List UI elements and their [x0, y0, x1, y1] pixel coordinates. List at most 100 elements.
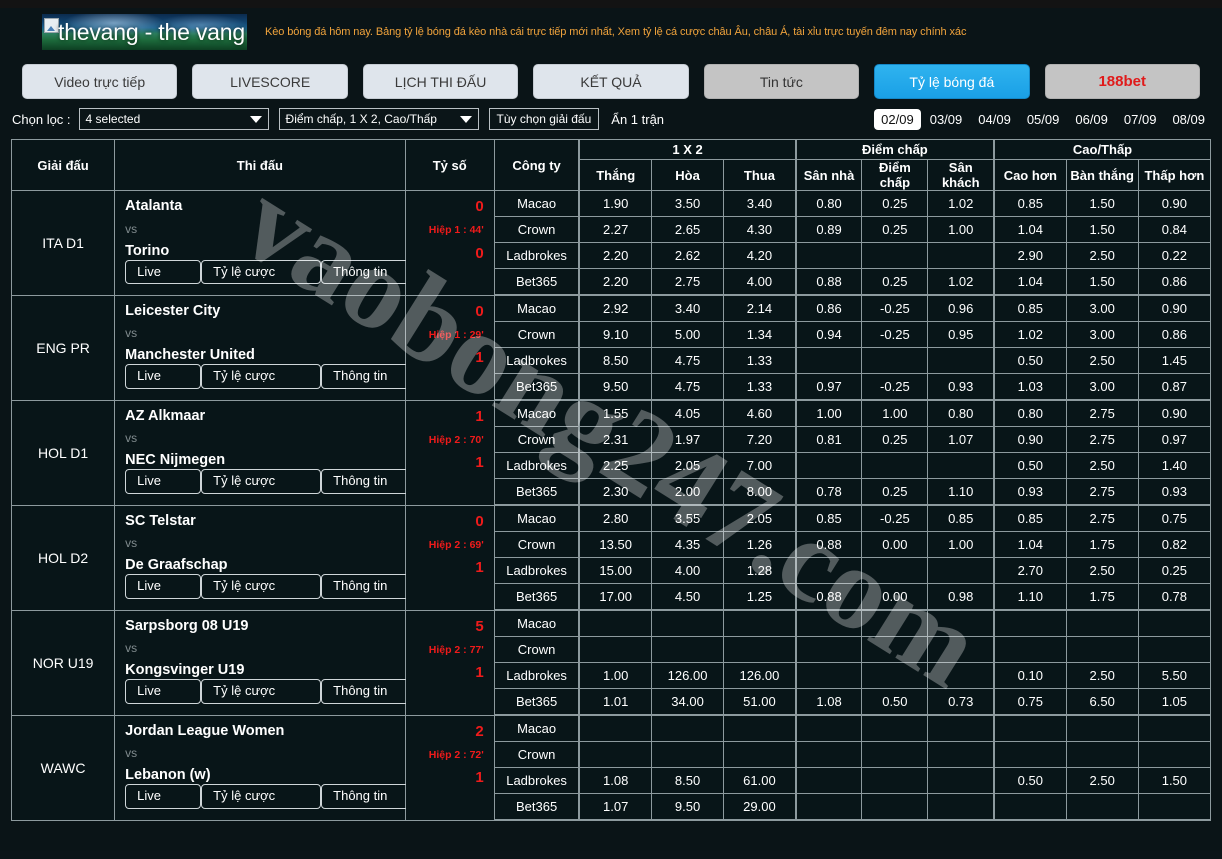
cell-lose[interactable] [723, 609, 797, 637]
live-button[interactable]: Live [125, 259, 202, 284]
cell-over[interactable]: 1.03 [993, 373, 1067, 401]
cell-draw[interactable]: 4.75 [650, 373, 725, 401]
date-tab-0609[interactable]: 06/09 [1068, 109, 1115, 130]
cell-over[interactable] [993, 609, 1067, 637]
cell-under[interactable]: 0.87 [1137, 373, 1212, 401]
odds-button[interactable]: Tỷ lệ cược [201, 364, 322, 389]
market-select[interactable]: Điểm chấp, 1 X 2, Cao/Thấp [278, 108, 479, 130]
cell-goals[interactable] [1065, 714, 1139, 742]
date-tab-0709[interactable]: 07/09 [1117, 109, 1164, 130]
cell-goals[interactable]: 2.75 [1065, 426, 1139, 453]
cell-over[interactable]: 1.04 [993, 268, 1067, 296]
cell-home[interactable] [794, 793, 863, 821]
live-button[interactable]: Live [125, 364, 202, 389]
cell-goals[interactable]: 1.75 [1065, 531, 1139, 558]
cell-over[interactable]: 0.90 [993, 426, 1067, 453]
cell-win[interactable] [578, 714, 653, 742]
cell-handicap[interactable]: -0.25 [861, 294, 929, 322]
cell-away[interactable]: 0.73 [927, 688, 995, 716]
cell-away[interactable]: 0.95 [927, 321, 995, 348]
cell-home[interactable]: 0.80 [794, 190, 863, 217]
cell-home[interactable]: 0.86 [794, 294, 863, 322]
cell-handicap[interactable] [861, 452, 929, 479]
cell-lose[interactable]: 126.00 [723, 662, 797, 689]
odds-button[interactable]: Tỷ lệ cược [201, 679, 322, 704]
cell-draw[interactable]: 8.50 [650, 767, 725, 794]
cell-away[interactable] [927, 793, 995, 821]
cell-home[interactable]: 1.00 [794, 399, 863, 427]
cell-under[interactable]: 0.97 [1137, 426, 1212, 453]
cell-handicap[interactable] [861, 636, 929, 663]
cell-goals[interactable]: 1.50 [1065, 190, 1139, 217]
cell-lose[interactable]: 1.33 [723, 347, 797, 374]
nav-item-livescore[interactable]: LIVESCORE [192, 64, 348, 99]
cell-over[interactable]: 1.10 [993, 583, 1067, 611]
cell-draw[interactable]: 4.35 [650, 531, 725, 558]
cell-handicap[interactable]: 0.25 [861, 268, 929, 296]
cell-win[interactable]: 1.07 [578, 793, 653, 821]
live-button[interactable]: Live [125, 679, 202, 704]
nav-item-news[interactable]: Tin tức [703, 64, 860, 99]
cell-handicap[interactable]: 0.25 [861, 190, 929, 217]
cell-draw[interactable]: 34.00 [650, 688, 725, 716]
cell-lose[interactable]: 7.20 [723, 426, 797, 453]
cell-away[interactable]: 0.80 [927, 399, 995, 427]
cell-over[interactable]: 1.04 [993, 531, 1067, 558]
cell-handicap[interactable]: -0.25 [861, 321, 929, 348]
cell-win[interactable]: 8.50 [578, 347, 653, 374]
date-tab-0509[interactable]: 05/09 [1020, 109, 1067, 130]
cell-win[interactable]: 9.50 [578, 373, 653, 401]
cell-handicap[interactable] [861, 347, 929, 374]
cell-goals[interactable]: 2.50 [1065, 452, 1139, 479]
cell-goals[interactable]: 2.50 [1065, 557, 1139, 584]
cell-home[interactable] [794, 662, 863, 689]
cell-win[interactable]: 1.00 [578, 662, 653, 689]
cell-handicap[interactable]: -0.25 [861, 373, 929, 401]
cell-home[interactable]: 0.78 [794, 478, 863, 506]
cell-under[interactable]: 0.75 [1137, 504, 1212, 532]
cell-handicap[interactable]: 1.00 [861, 399, 929, 427]
cell-home[interactable] [794, 557, 863, 584]
cell-home[interactable] [794, 609, 863, 637]
cell-handicap[interactable]: 0.00 [861, 531, 929, 558]
cell-away[interactable]: 0.98 [927, 583, 995, 611]
cell-lose[interactable]: 8.00 [723, 478, 797, 506]
cell-win[interactable]: 9.10 [578, 321, 653, 348]
odds-button[interactable]: Tỷ lệ cược [201, 259, 322, 284]
cell-draw[interactable] [650, 741, 725, 768]
cell-win[interactable] [578, 636, 653, 663]
cell-draw[interactable]: 2.65 [650, 216, 725, 243]
cell-draw[interactable]: 2.00 [650, 478, 725, 506]
cell-home[interactable]: 0.97 [794, 373, 863, 401]
cell-draw[interactable]: 5.00 [650, 321, 725, 348]
cell-lose[interactable]: 61.00 [723, 767, 797, 794]
cell-win[interactable]: 2.92 [578, 294, 653, 322]
cell-over[interactable]: 0.85 [993, 294, 1067, 322]
cell-draw[interactable] [650, 714, 725, 742]
cell-over[interactable]: 0.50 [993, 767, 1067, 794]
site-logo[interactable]: thevang - the vang tv [42, 14, 247, 50]
cell-goals[interactable] [1065, 609, 1139, 637]
cell-draw[interactable]: 1.97 [650, 426, 725, 453]
cell-under[interactable]: 0.90 [1137, 190, 1212, 217]
cell-home[interactable]: 0.85 [794, 504, 863, 532]
cell-under[interactable]: 0.82 [1137, 531, 1212, 558]
cell-win[interactable]: 2.80 [578, 504, 653, 532]
cell-draw[interactable] [650, 609, 725, 637]
cell-away[interactable]: 1.07 [927, 426, 995, 453]
cell-handicap[interactable] [861, 714, 929, 742]
cell-lose[interactable]: 1.26 [723, 531, 797, 558]
cell-win[interactable]: 2.20 [578, 242, 653, 269]
cell-handicap[interactable]: 0.25 [861, 426, 929, 453]
cell-away[interactable]: 1.00 [927, 531, 995, 558]
cell-goals[interactable]: 3.00 [1065, 321, 1139, 348]
date-tab-0409[interactable]: 04/09 [971, 109, 1018, 130]
league-select[interactable]: 4 selected [78, 108, 269, 130]
cell-handicap[interactable]: 0.00 [861, 583, 929, 611]
cell-draw[interactable]: 3.50 [650, 190, 725, 217]
cell-handicap[interactable]: 0.25 [861, 216, 929, 243]
cell-lose[interactable]: 4.00 [723, 268, 797, 296]
cell-lose[interactable] [723, 741, 797, 768]
date-tab-0809[interactable]: 08/09 [1165, 109, 1212, 130]
cell-goals[interactable]: 1.75 [1065, 583, 1139, 611]
